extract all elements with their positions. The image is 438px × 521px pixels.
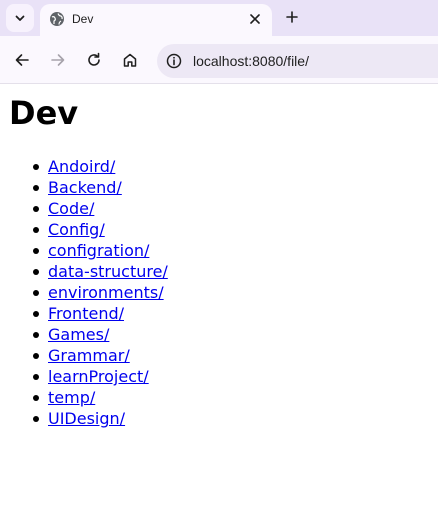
page-title: Dev [9,94,79,132]
tab-search-button[interactable] [6,4,34,32]
list-item: temp/ [33,387,168,408]
tab-close-button[interactable] [246,10,264,28]
directory-link[interactable]: temp/ [48,388,95,407]
directory-link[interactable]: UIDesign/ [48,409,125,428]
reload-button[interactable] [82,48,106,72]
tab-strip: Dev [0,0,438,36]
directory-link[interactable]: Code/ [48,199,94,218]
list-item: data-structure/ [33,261,168,282]
globe-icon [50,12,64,26]
url-text[interactable]: localhost:8080/file/ [193,52,309,70]
list-item: Backend/ [33,177,168,198]
list-item: Frontend/ [33,303,168,324]
new-tab-button[interactable] [281,6,303,28]
directory-link[interactable]: Frontend/ [48,304,124,323]
close-icon [250,14,260,24]
list-item: Games/ [33,324,168,345]
list-item: UIDesign/ [33,408,168,429]
arrow-left-icon [15,54,29,66]
directory-link[interactable]: environments/ [48,283,164,302]
list-item: learnProject/ [33,366,168,387]
tab-title: Dev [72,12,94,26]
directory-link[interactable]: configration/ [48,241,149,260]
directory-link[interactable]: Config/ [48,220,105,239]
reload-icon [88,52,100,66]
directory-link[interactable]: Games/ [48,325,109,344]
info-icon [166,53,182,69]
home-icon [123,53,137,67]
home-button[interactable] [118,48,142,72]
plus-icon [286,11,298,23]
directory-link[interactable]: Andoird/ [48,157,115,176]
list-item: Andoird/ [33,156,168,177]
list-item: environments/ [33,282,168,303]
address-bar[interactable]: localhost:8080/file/ [157,44,438,78]
page-content: Dev Andoird/ Backend/ Code/ Config/ conf… [0,85,438,521]
chevron-down-icon [15,15,25,21]
site-info-button[interactable] [165,52,183,70]
directory-link[interactable]: data-structure/ [48,262,168,281]
list-item: configration/ [33,240,168,261]
directory-list: Andoird/ Backend/ Code/ Config/ configra… [33,156,168,429]
forward-button[interactable] [46,48,70,72]
list-item: Code/ [33,198,168,219]
directory-link[interactable]: Backend/ [48,178,122,197]
list-item: Config/ [33,219,168,240]
active-tab[interactable]: Dev [40,4,272,36]
arrow-right-icon [51,54,65,66]
back-button[interactable] [10,48,34,72]
directory-link[interactable]: learnProject/ [48,367,149,386]
directory-link[interactable]: Grammar/ [48,346,130,365]
list-item: Grammar/ [33,345,168,366]
